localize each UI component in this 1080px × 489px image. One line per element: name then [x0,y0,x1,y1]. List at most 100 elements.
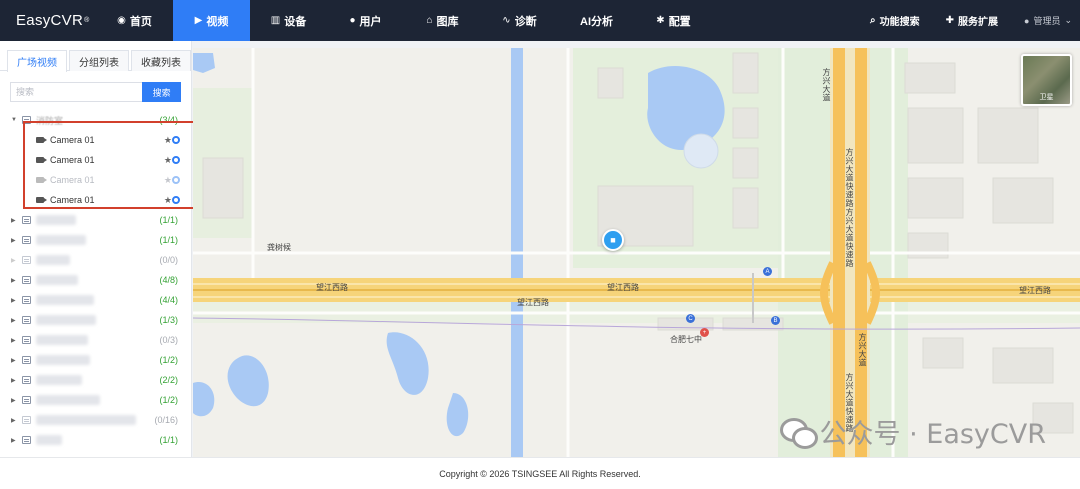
caret-right-icon[interactable]: ▶ [11,257,19,264]
watermark-text: 公众号 · EasyCVR [819,419,1046,450]
tree-group[interactable]: ▶ (1/1) [0,431,191,449]
caret-down-icon[interactable]: ▼ [11,117,19,123]
wechat-icon [779,417,818,449]
caret-right-icon[interactable]: ▶ [11,217,19,224]
caret-right-icon[interactable]: ▶ [11,377,19,384]
caret-right-icon[interactable]: ▶ [11,297,19,304]
map-label-avenue: 方兴大道 [858,333,867,367]
tree-group[interactable]: ▶ (1/2) [0,351,191,369]
caret-right-icon[interactable]: ▶ [11,237,19,244]
map-label-avenue: 方兴大道 [822,68,831,102]
poi-marker-b[interactable]: B [771,316,780,325]
group-name-blurred [36,355,90,365]
nav-home[interactable]: ◉ 首页 [96,0,173,41]
caret-right-icon[interactable]: ▶ [11,417,19,424]
tree-group[interactable]: ▶ (1/2) [0,391,191,409]
footer: Copyright © 2026 TSINGSEE All Rights Res… [0,457,1080,489]
service-ext-button[interactable]: ✚ 服务扩展 [946,13,998,28]
poi-marker-a[interactable]: A [763,267,772,276]
search-input[interactable] [10,82,143,102]
nav-ai-label: AI分析 [580,15,613,28]
tree-group[interactable]: ▶ (1/1) [0,231,191,249]
server-icon [22,336,31,344]
group-name-blurred [36,295,94,305]
avatar-icon: ● [1024,15,1030,26]
satellite-toggle[interactable]: 卫星 [1021,54,1072,106]
device-panel: 广场视频 分组列表 收藏列表 搜索 ▼ 消防室 (3/4) Camera 01 … [0,41,192,457]
service-ext-label: 服务扩展 [958,17,998,28]
nav-video-label: 视频 [206,15,229,28]
tree-group[interactable]: ▶ (1/3) [0,311,191,329]
brand-mark: ® [84,17,90,24]
group-name-blurred [36,275,78,285]
nav-user-label: 用户 [359,15,382,28]
server-icon [22,416,31,424]
map-label-road: 望江西路 [1019,286,1051,295]
tree-group[interactable]: ▶ (1/1) [0,211,191,229]
camera-location-marker[interactable]: ■ [602,229,624,251]
caret-right-icon[interactable]: ▶ [11,397,19,404]
server-icon [22,376,31,384]
tree-group[interactable]: ▶ (0/3) [0,331,191,349]
nav-diagnose[interactable]: ∿ 诊断 [481,0,558,41]
nav-home-label: 首页 [129,15,152,28]
map-label-village: 龚树候 [267,243,291,252]
nav-user[interactable]: ● 用户 [327,0,404,41]
group-count: (1/1) [159,235,178,245]
hospital-icon[interactable]: + [700,328,709,337]
search-button[interactable]: 搜索 [142,82,181,102]
caret-right-icon[interactable]: ▶ [11,317,19,324]
app-logo[interactable]: EasyCVR ® [0,0,96,41]
caret-right-icon[interactable]: ▶ [11,277,19,284]
nav-device[interactable]: ▥ 设备 [250,0,327,41]
caret-right-icon[interactable]: ▶ [11,337,19,344]
tree-group[interactable]: ▶ (0/0) [0,251,191,269]
user-menu[interactable]: ● 管理员 ⌄ [1024,14,1072,27]
nav-video[interactable]: ▶ 视频 [173,0,250,41]
group-count: (4/8) [159,275,178,285]
right-nav: ⌕ 功能搜索 ✚ 服务扩展 ● 管理员 ⌄ [870,0,1080,41]
satellite-label: 卫星 [1039,94,1054,101]
group-name-blurred [36,415,136,425]
tree-group[interactable]: ▶ (0/16) [0,411,191,429]
copyright-text: Copyright © 2026 TSINGSEE All Rights Res… [439,468,641,479]
watermark: 公众号 · EasyCVR [779,412,1046,451]
poi-marker-c[interactable]: C [686,314,695,323]
tab-favorites[interactable]: 收藏列表 [131,50,191,71]
nav-config-label: 配置 [668,15,691,28]
search-icon: ⌕ [870,15,876,26]
panel-tabs: 广场视频 分组列表 收藏列表 [0,41,191,72]
tree-group[interactable]: ▶ (2/2) [0,371,191,389]
function-search-button[interactable]: ⌕ 功能搜索 [870,13,920,28]
server-icon [22,236,31,244]
nav-ai[interactable]: AI分析 [558,0,635,41]
tree-group[interactable]: ▶ (4/8) [0,271,191,289]
tab-square-video[interactable]: 广场视频 [7,50,67,72]
server-icon [22,256,31,264]
highlight-box [23,121,198,209]
group-count: (1/2) [159,355,178,365]
server-icon [22,276,31,284]
server-icon [22,296,31,304]
map-view[interactable]: 龚树候 望江西路 望江西路 望江西路 望江西路 合肥七中 方兴大道 方兴大道快速… [193,48,1080,457]
group-count: (0/3) [159,335,178,345]
group-count: (1/1) [159,215,178,225]
search-row: 搜索 [0,71,191,102]
nav-gallery[interactable]: ⌂ 图库 [404,0,481,41]
tab-group-list[interactable]: 分组列表 [69,50,129,71]
caret-right-icon[interactable]: ▶ [11,437,19,444]
main-nav: ◉ 首页 ▶ 视频 ▥ 设备 ● 用户 ⌂ 图库 ∿ 诊断 AI分析 ✱ 配置 [96,0,712,41]
camera-icon: ■ [610,235,616,245]
dashboard-icon: ◉ [117,15,126,26]
puzzle-icon: ✚ [945,15,954,26]
nav-diagnose-label: 诊断 [514,15,537,28]
map-label-road: 望江西路 [517,298,549,307]
server-icon [22,216,31,224]
map-label-school: 合肥七中 [670,335,702,344]
tree-group[interactable]: ▶ (4/4) [0,291,191,309]
server-icon [22,396,31,404]
nav-config[interactable]: ✱ 配置 [635,0,712,41]
caret-right-icon[interactable]: ▶ [11,357,19,364]
chevron-down-icon: ⌄ [1064,15,1072,25]
user-icon: ● [349,15,356,26]
